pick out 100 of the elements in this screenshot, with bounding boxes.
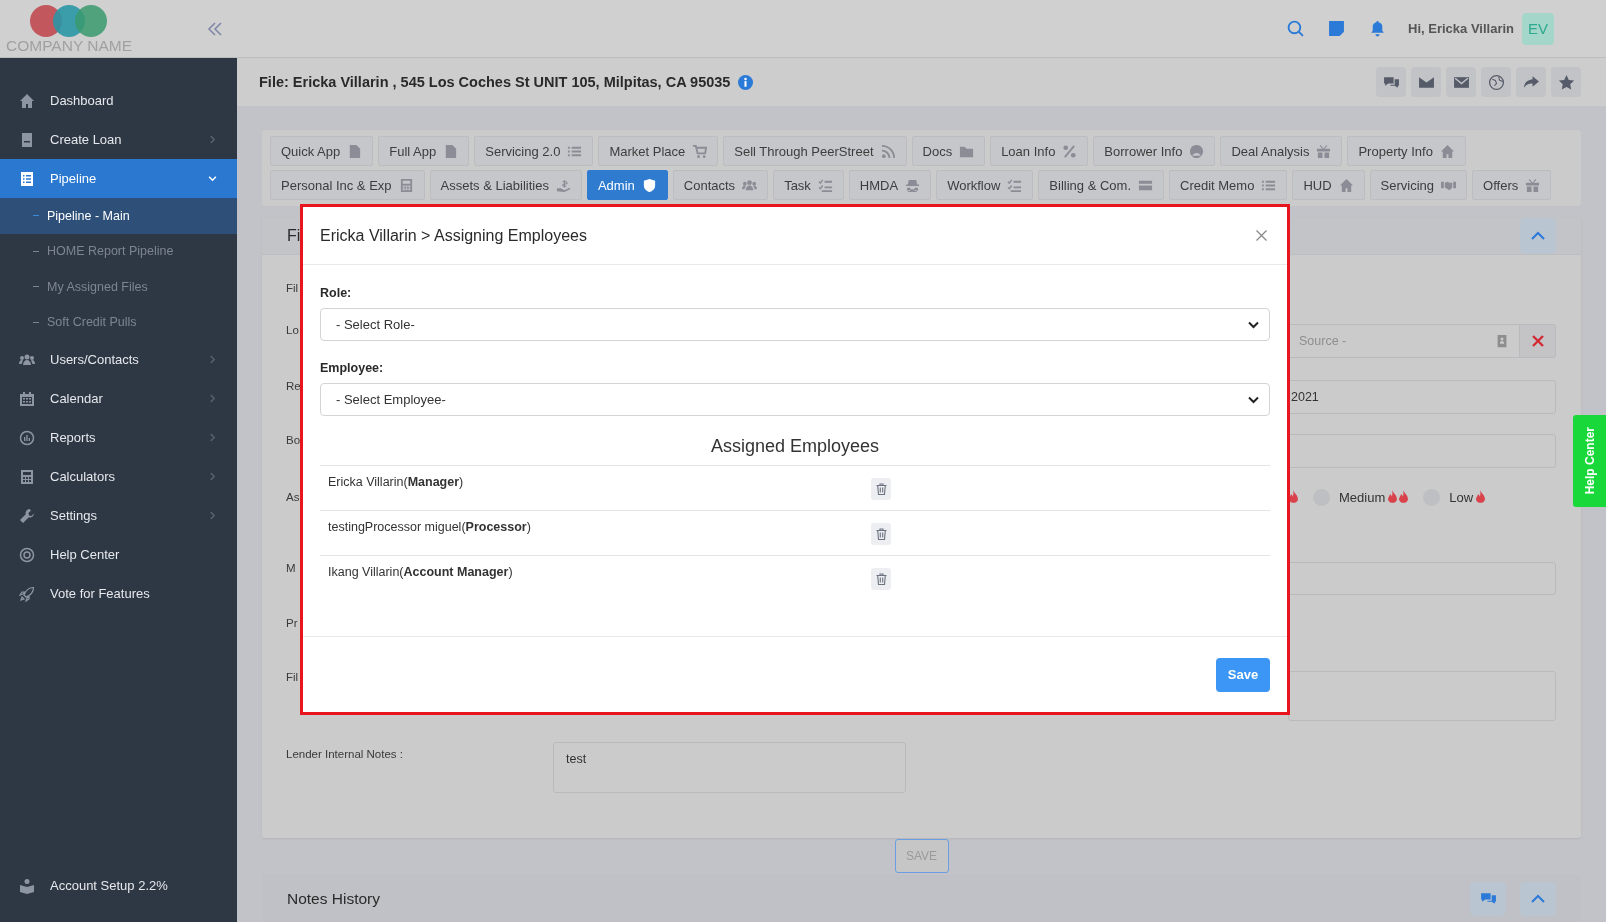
flame-icon [1475, 489, 1487, 505]
spy-icon [905, 177, 921, 193]
input-field[interactable] [1288, 434, 1556, 468]
tab[interactable]: Servicing 2.0 [474, 136, 594, 166]
date-field[interactable]: 2021 [1288, 380, 1556, 414]
tab[interactable]: Assets & Liabilities [429, 170, 582, 200]
tab[interactable]: Contacts [672, 170, 769, 200]
search-icon[interactable] [1287, 20, 1304, 37]
info-icon[interactable] [738, 74, 754, 90]
tab[interactable]: Deal Analysis [1220, 136, 1343, 166]
delete-button[interactable] [871, 478, 891, 500]
employee-name: testingProcessor miguel(Processor) [328, 520, 532, 534]
file-title: File: Ericka Villarin , 545 Los Coches St UNIT 105, Milpitas, CA 95035 [259, 74, 731, 90]
sidebar-item[interactable]: Settings [0, 496, 237, 535]
section-title: Notes History [287, 889, 381, 908]
clear-button[interactable] [1520, 324, 1556, 358]
note-icon[interactable] [1328, 20, 1345, 37]
document-icon [19, 131, 35, 148]
field-label: Employee: [320, 361, 385, 375]
calculator-icon [398, 177, 414, 193]
calculator-icon [19, 468, 35, 485]
envelope-button[interactable] [1446, 67, 1476, 97]
field-label: Lo [286, 324, 299, 336]
globe-icon [1487, 73, 1505, 91]
modal-title: Ericka Villarin > Assigning Employees [320, 226, 587, 245]
employee-select[interactable]: - Select Employee- [320, 383, 1270, 416]
list-icon [19, 170, 35, 187]
sidebar-item[interactable]: Reports [0, 418, 237, 457]
notes-textarea[interactable]: test [553, 742, 906, 793]
tab[interactable]: HMDA [848, 170, 932, 200]
employee-name: Ericka Villarin(Manager) [328, 475, 465, 489]
trash-icon [875, 573, 887, 585]
globe-button[interactable] [1481, 67, 1511, 97]
hand-dollar-icon [555, 177, 571, 193]
tab[interactable]: Offers [1472, 170, 1552, 200]
delete-button[interactable] [871, 568, 891, 590]
collapse-button[interactable] [1520, 217, 1556, 254]
user-greeting: Hi, Ericka Villarin [1408, 21, 1514, 36]
delete-button[interactable] [871, 523, 891, 545]
reader-icon [19, 877, 35, 894]
tab[interactable]: Full App [378, 136, 470, 166]
sidebar-item[interactable]: Pipeline [0, 159, 237, 198]
checklist-icon [817, 177, 833, 193]
tab[interactable]: Market Place [598, 136, 719, 166]
star-icon [1557, 73, 1575, 91]
chat-button[interactable] [1470, 881, 1506, 916]
collapse-icon[interactable] [207, 21, 223, 36]
sidebar-item[interactable]: Dashboard [0, 81, 237, 120]
percent-icon [1062, 143, 1078, 159]
chat-button[interactable] [1376, 67, 1406, 97]
close-icon [1256, 230, 1267, 241]
field-label: Fil [286, 282, 299, 294]
role-select[interactable]: - Select Role- [320, 308, 1270, 341]
tab[interactable]: Servicing [1369, 170, 1468, 200]
input-field[interactable] [1288, 562, 1556, 595]
envelope-button[interactable] [1411, 67, 1441, 97]
tab[interactable]: Loan Info [990, 136, 1089, 166]
sidebar-item[interactable]: Calculators [0, 457, 237, 496]
sidebar-item[interactable]: Help Center [0, 535, 237, 574]
house-icon [1338, 177, 1354, 193]
tab[interactable]: HUD [1292, 170, 1365, 200]
field-label: Lender Internal Notes : [286, 748, 403, 760]
caret-icon [1248, 320, 1259, 329]
tab[interactable]: Personal Inc & Exp [270, 170, 425, 200]
star-button[interactable] [1551, 67, 1581, 97]
tab[interactable]: Property Info [1347, 136, 1466, 166]
sidebar-subitem[interactable]: Pipeline - Main [0, 198, 237, 234]
tab[interactable]: Borrower Info [1093, 136, 1216, 166]
close-icon [1531, 335, 1544, 347]
field-label: Pr [286, 617, 298, 629]
flame-icon [1398, 489, 1410, 505]
priority-label: Low [1449, 489, 1474, 505]
tab[interactable]: Billing & Com. [1038, 170, 1164, 200]
collapse-button[interactable] [1520, 881, 1556, 916]
home-icon [19, 92, 35, 109]
field-label: Fil [286, 671, 299, 683]
caret-icon [1248, 395, 1259, 404]
tab[interactable]: Credit Memo [1169, 170, 1288, 200]
account-setup-item[interactable]: Account Setup 2.2% [0, 866, 237, 905]
tab[interactable]: Workflow [936, 170, 1034, 200]
sidebar-item[interactable]: Users/Contacts [0, 340, 237, 379]
share-button[interactable] [1516, 67, 1546, 97]
tab[interactable]: Task [773, 170, 844, 200]
close-button[interactable] [1256, 230, 1267, 241]
tab[interactable]: Admin [586, 170, 668, 200]
lifebuoy-icon [19, 546, 35, 563]
section-title: Fi [287, 226, 301, 245]
chevron-up-icon [1531, 894, 1545, 903]
sidebar-item[interactable]: Create Loan [0, 120, 237, 159]
trash-icon [875, 483, 887, 495]
tab[interactable]: Sell Through PeerStreet [723, 136, 907, 166]
calendar-icon [19, 390, 35, 407]
gift-icon [1525, 177, 1541, 193]
sidebar-item[interactable]: Vote for Features [0, 574, 237, 613]
flame-icon [1288, 489, 1299, 505]
bell-icon[interactable] [1369, 20, 1386, 37]
sidebar-item[interactable]: Calendar [0, 379, 237, 418]
tab[interactable]: Quick App [270, 136, 374, 166]
rocket-icon [19, 585, 35, 602]
tab[interactable]: Docs [911, 136, 986, 166]
